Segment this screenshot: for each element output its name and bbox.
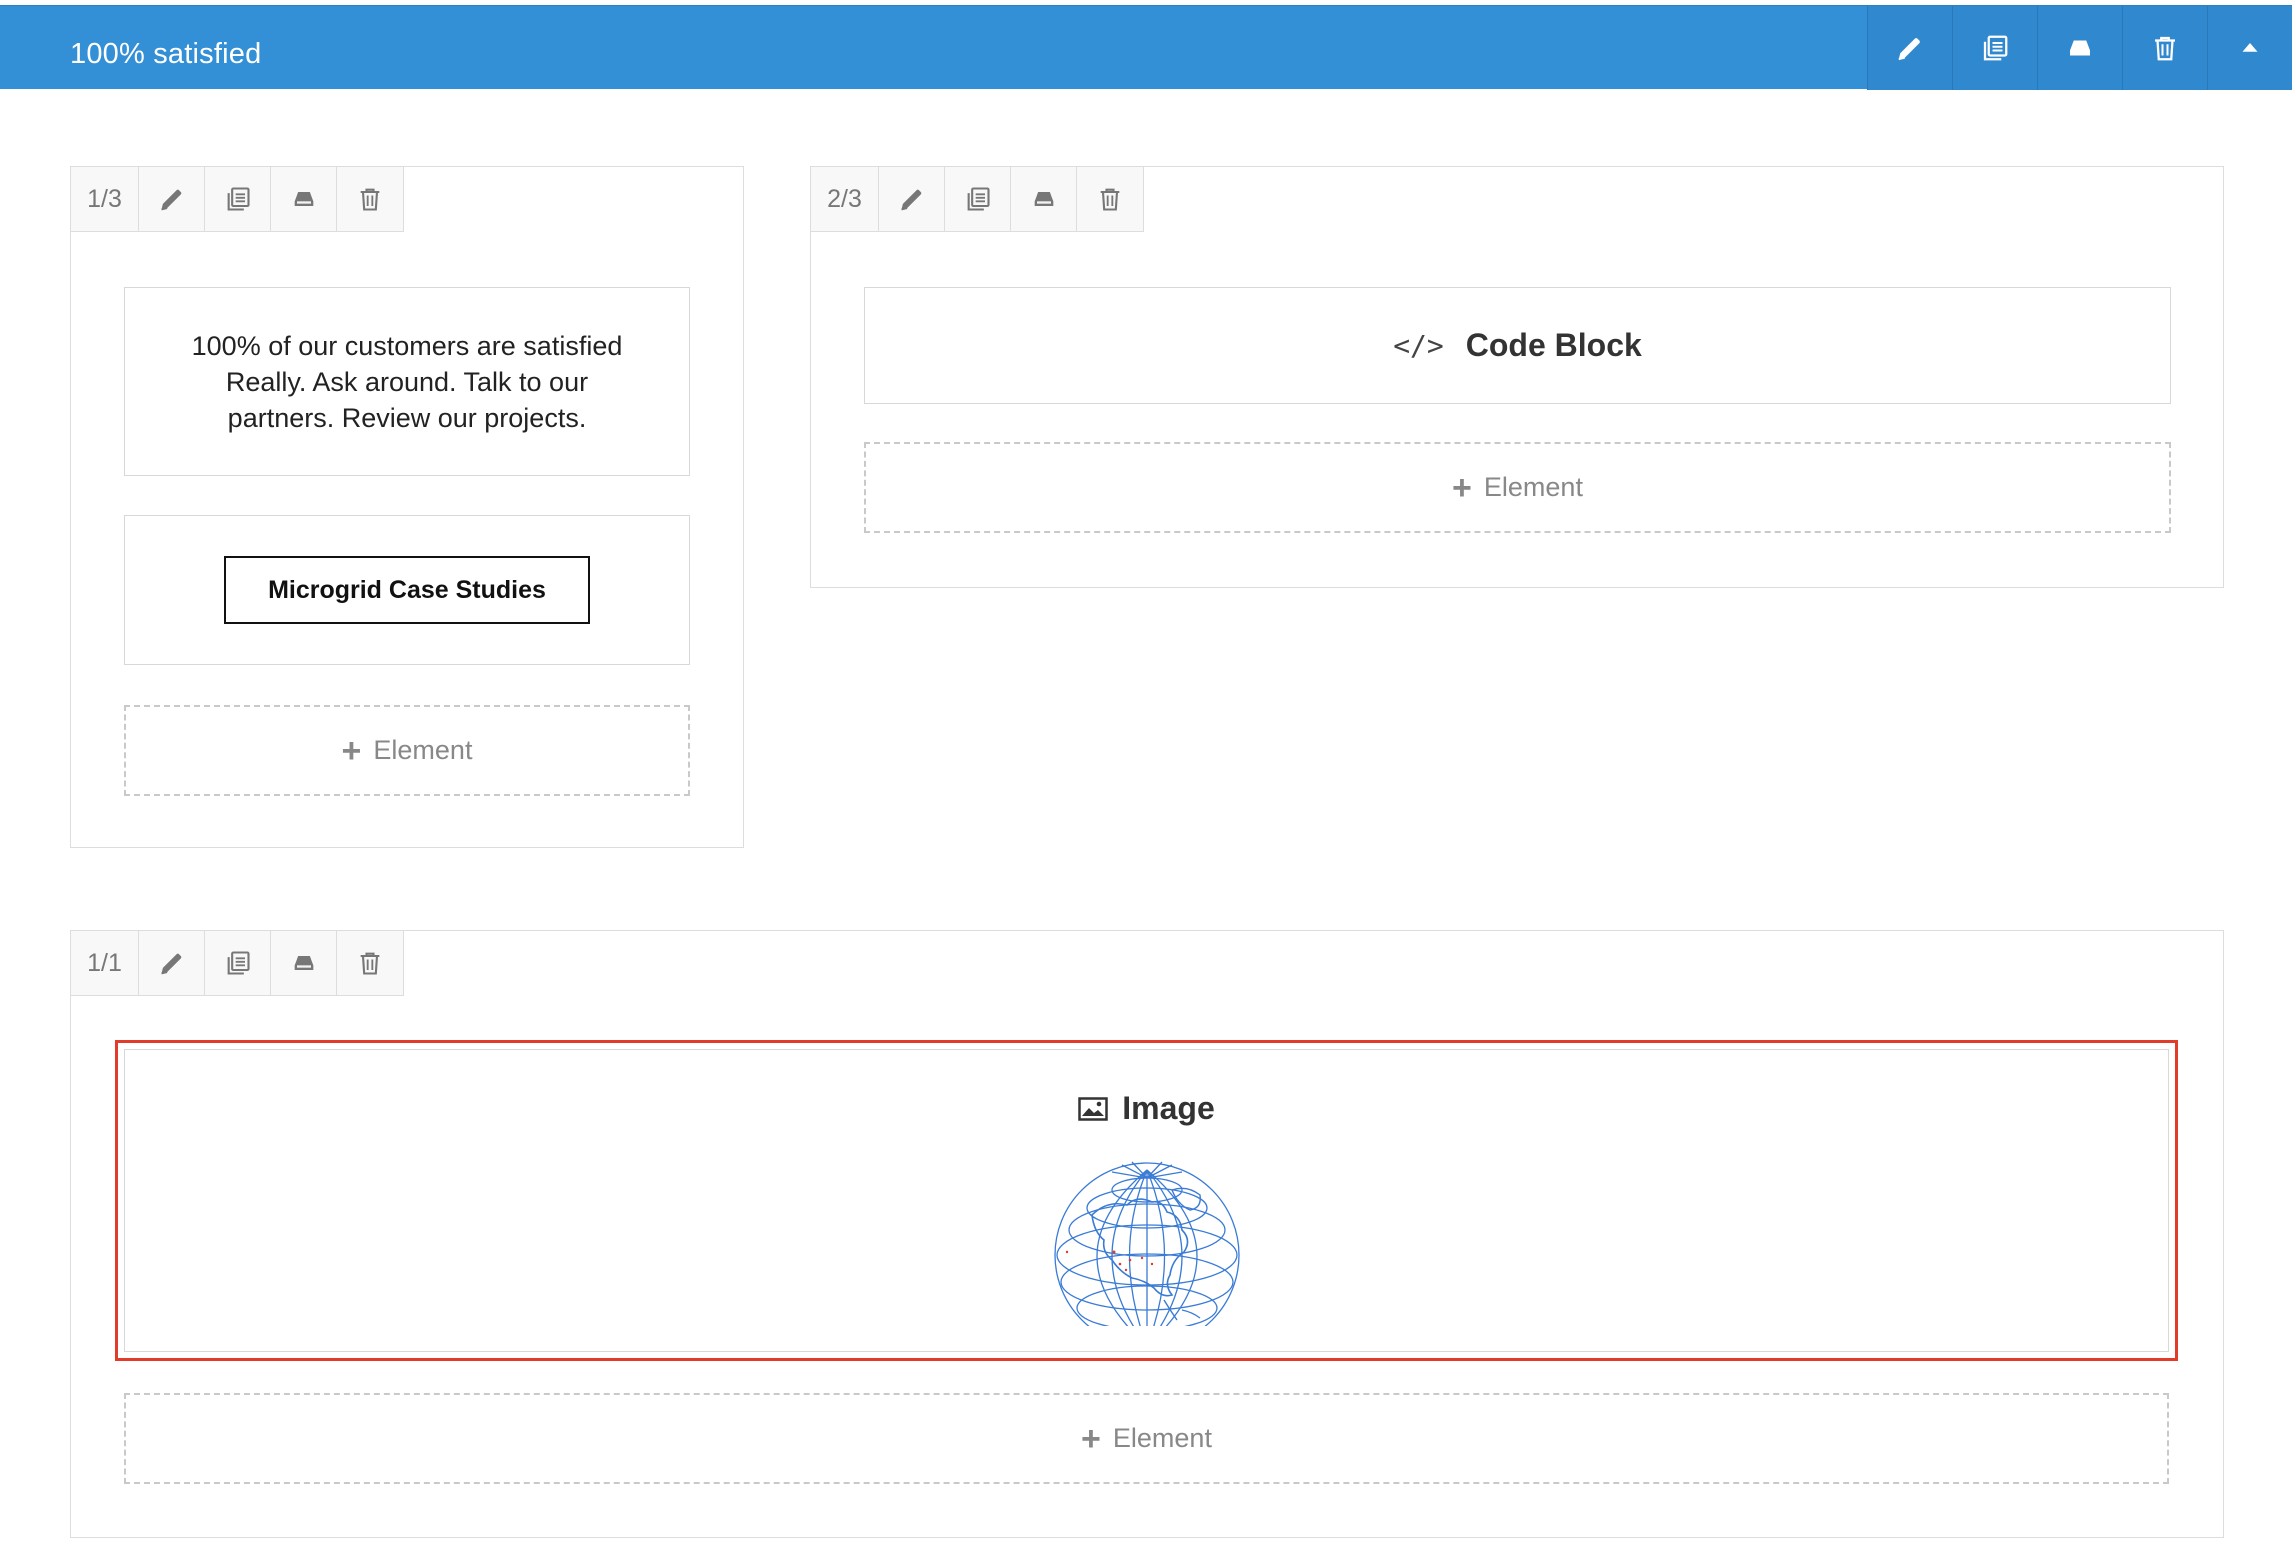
text-element-content: 100% of our customers are satisfied Real…: [192, 328, 623, 436]
plus-icon: +: [1452, 468, 1472, 507]
edit-section-button[interactable]: [1867, 6, 1952, 90]
section-title: 100% satisfied: [70, 38, 262, 70]
pencil-icon: [1895, 33, 1925, 63]
column-toolbar: 2/3: [811, 167, 1144, 232]
add-element-label: Element: [373, 735, 473, 765]
column-size-label[interactable]: 1/3: [71, 167, 139, 231]
save-icon: [1030, 185, 1058, 213]
text-line: 100% of our customers are satisfied: [191, 330, 623, 361]
save-column-button[interactable]: [271, 931, 337, 995]
trash-icon: [2150, 33, 2180, 63]
column-1-3: 1/3 100% of our customers are satisfied …: [70, 166, 744, 848]
column-toolbar: 1/3: [71, 167, 404, 232]
column-size-label[interactable]: 2/3: [811, 167, 879, 231]
text-element[interactable]: 100% of our customers are satisfied Real…: [124, 287, 690, 476]
section-toolbar: [1867, 6, 2292, 90]
save-icon: [290, 185, 318, 213]
section-header: 100% satisfied: [0, 5, 2292, 90]
code-block-label: Code Block: [1465, 327, 1642, 363]
image-element[interactable]: Image: [124, 1049, 2169, 1352]
delete-column-button[interactable]: [1077, 167, 1143, 231]
duplicate-icon: [964, 185, 992, 213]
plus-icon: +: [1081, 1419, 1101, 1458]
collapse-section-button[interactable]: [2207, 6, 2292, 90]
image-element-header: Image: [125, 1090, 2168, 1127]
duplicate-icon: [224, 185, 252, 213]
code-icon: </>: [1393, 329, 1444, 362]
globe-image: [1053, 1161, 1240, 1326]
plus-icon: +: [341, 731, 362, 770]
add-element-button[interactable]: + Element: [124, 1393, 2169, 1484]
save-icon: [2065, 33, 2095, 63]
save-column-button[interactable]: [1011, 167, 1077, 231]
delete-column-button[interactable]: [337, 931, 403, 995]
text-line: Really. Ask around. Talk to our: [225, 366, 589, 397]
save-icon: [290, 949, 318, 977]
add-element-label: Element: [1483, 472, 1583, 502]
add-element-label: Element: [1112, 1423, 1212, 1453]
edit-column-button[interactable]: [139, 931, 205, 995]
add-element-button[interactable]: + Element: [124, 705, 690, 796]
duplicate-column-button[interactable]: [205, 931, 271, 995]
column-size-label[interactable]: 1/1: [71, 931, 139, 995]
pencil-icon: [158, 185, 186, 213]
delete-column-button[interactable]: [337, 167, 403, 231]
collapse-arrow-icon: [2235, 33, 2265, 63]
duplicate-section-button[interactable]: [1952, 6, 2037, 90]
duplicate-icon: [224, 949, 252, 977]
image-icon: [1078, 1096, 1108, 1121]
column-2-3: 2/3 </> Code Block + Element: [810, 166, 2224, 588]
image-label: Image: [1122, 1090, 1215, 1126]
save-section-button[interactable]: [2037, 6, 2122, 90]
delete-section-button[interactable]: [2122, 6, 2207, 90]
text-line: partners. Review our projects.: [227, 402, 587, 433]
trash-icon: [1096, 185, 1124, 213]
code-block-element[interactable]: </> Code Block: [864, 287, 2171, 404]
trash-icon: [356, 185, 384, 213]
save-column-button[interactable]: [271, 167, 337, 231]
add-element-button[interactable]: + Element: [864, 442, 2171, 533]
edit-column-button[interactable]: [139, 167, 205, 231]
duplicate-column-button[interactable]: [205, 167, 271, 231]
microgrid-case-studies-button[interactable]: Microgrid Case Studies: [224, 556, 590, 624]
pencil-icon: [158, 949, 186, 977]
duplicate-column-button[interactable]: [945, 167, 1011, 231]
edit-column-button[interactable]: [879, 167, 945, 231]
button-element[interactable]: Microgrid Case Studies: [124, 515, 690, 665]
duplicate-icon: [1980, 33, 2010, 63]
column-toolbar: 1/1: [71, 931, 404, 996]
column-1-1: 1/1 Image + Element: [70, 930, 2224, 1538]
pencil-icon: [898, 185, 926, 213]
trash-icon: [356, 949, 384, 977]
